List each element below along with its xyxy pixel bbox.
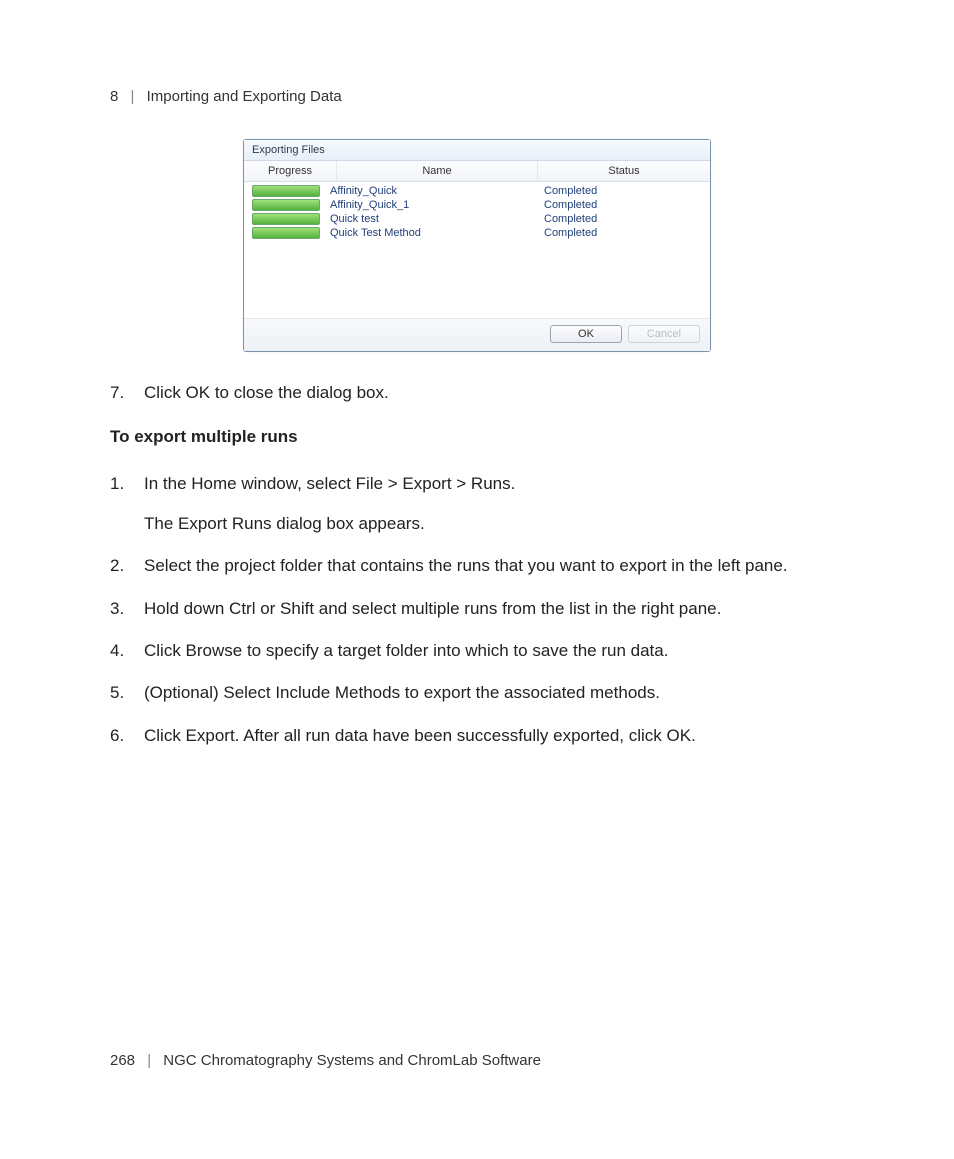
ok-button[interactable]: OK [550, 325, 622, 343]
row-status: Completed [514, 213, 704, 225]
list-item: 1. In the Home window, select File > Exp… [110, 471, 844, 538]
dialog-body: Affinity_Quick Completed Affinity_Quick_… [244, 182, 710, 318]
step-text: Click Export. After all run data have be… [144, 723, 844, 749]
chapter-title: Importing and Exporting Data [147, 88, 342, 105]
step-number: 4. [110, 638, 144, 664]
progress-bar-icon [252, 199, 320, 211]
step-text: (Optional) Select Include Methods to exp… [144, 680, 844, 706]
cancel-button: Cancel [628, 325, 700, 343]
step-number: 3. [110, 596, 144, 622]
running-header: 8 | Importing and Exporting Data [110, 88, 844, 105]
numbered-list: 1. In the Home window, select File > Exp… [110, 471, 844, 749]
page: 8 | Importing and Exporting Data Exporti… [0, 0, 954, 1159]
footer-separator: | [139, 1052, 159, 1069]
table-row: Quick test Completed [244, 212, 710, 226]
col-header-name: Name [337, 161, 538, 181]
continuation-list: 7. Click OK to close the dialog box. [110, 380, 844, 406]
step-text: In the Home window, select File > Export… [144, 471, 844, 538]
step-number: 5. [110, 680, 144, 706]
list-item: 5. (Optional) Select Include Methods to … [110, 680, 844, 706]
row-name: Quick test [326, 213, 514, 225]
table-row: Affinity_Quick Completed [244, 184, 710, 198]
sub-heading: To export multiple runs [110, 424, 844, 450]
row-name: Affinity_Quick_1 [326, 199, 514, 211]
dialog-title: Exporting Files [244, 140, 710, 161]
step-number: 6. [110, 723, 144, 749]
table-row: Quick Test Method Completed [244, 226, 710, 240]
list-item: 7. Click OK to close the dialog box. [110, 380, 844, 406]
step-text: Hold down Ctrl or Shift and select multi… [144, 596, 844, 622]
dialog-column-headers: Progress Name Status [244, 161, 710, 182]
step-text-main: In the Home window, select File > Export… [144, 474, 515, 493]
list-item: 6. Click Export. After all run data have… [110, 723, 844, 749]
step-sub-text: The Export Runs dialog box appears. [144, 511, 844, 537]
header-separator: | [123, 88, 143, 105]
row-status: Completed [514, 227, 704, 239]
body-content: 7. Click OK to close the dialog box. To … [110, 380, 844, 749]
progress-bar-icon [252, 213, 320, 225]
progress-bar-icon [252, 227, 320, 239]
list-item: 3. Hold down Ctrl or Shift and select mu… [110, 596, 844, 622]
step-text: Click OK to close the dialog box. [144, 380, 844, 406]
running-footer: 268 | NGC Chromatography Systems and Chr… [110, 1052, 541, 1069]
row-status: Completed [514, 199, 704, 211]
progress-bar-icon [252, 185, 320, 197]
row-name: Affinity_Quick [326, 185, 514, 197]
step-text: Click Browse to specify a target folder … [144, 638, 844, 664]
table-row: Affinity_Quick_1 Completed [244, 198, 710, 212]
chapter-number: 8 [110, 88, 118, 105]
doc-title: NGC Chromatography Systems and ChromLab … [163, 1052, 541, 1069]
col-header-status: Status [538, 161, 710, 181]
row-status: Completed [514, 185, 704, 197]
page-number: 268 [110, 1052, 135, 1069]
dialog-screenshot: Exporting Files Progress Name Status Aff… [110, 139, 844, 352]
row-name: Quick Test Method [326, 227, 514, 239]
step-number: 1. [110, 471, 144, 538]
step-number: 7. [110, 380, 144, 406]
dialog-footer: OK Cancel [244, 318, 710, 351]
col-header-progress: Progress [244, 161, 337, 181]
exporting-files-dialog: Exporting Files Progress Name Status Aff… [243, 139, 711, 352]
step-text: Select the project folder that contains … [144, 553, 844, 579]
list-item: 4. Click Browse to specify a target fold… [110, 638, 844, 664]
step-number: 2. [110, 553, 144, 579]
list-item: 2. Select the project folder that contai… [110, 553, 844, 579]
